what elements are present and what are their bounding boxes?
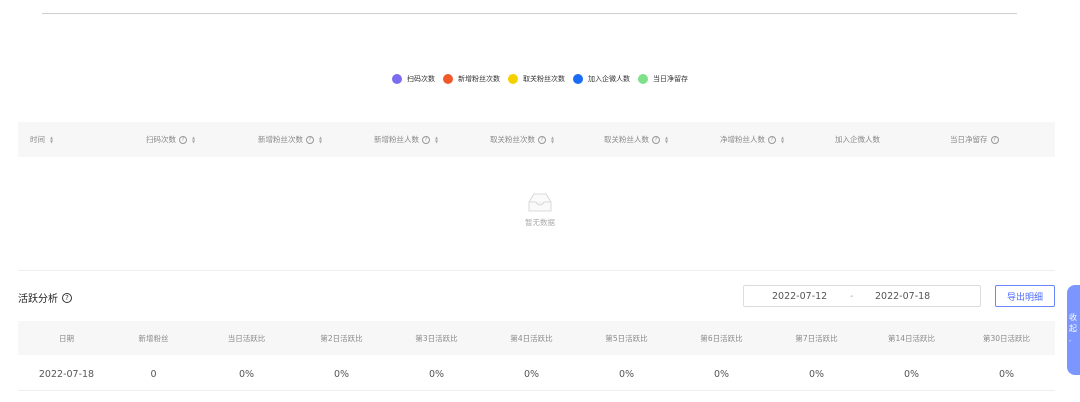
sort-icon[interactable]: ▲ ▼ (665, 135, 668, 144)
sort-icon[interactable]: ▲ ▼ (192, 135, 195, 144)
table-cell: 0% (998, 368, 1015, 380)
activity-column-header: 第6日活跃比 (700, 333, 743, 343)
stats-column-header[interactable]: 扫码次数? ▲ ▼ (146, 134, 195, 145)
collapse-arrow-icon: » (1069, 338, 1072, 343)
sort-icon[interactable]: ▲ ▼ (551, 135, 554, 144)
table-cell: 0% (428, 368, 445, 380)
legend-dot-icon (638, 74, 648, 84)
column-label: 取关粉丝次数 (490, 135, 535, 144)
table-cell: 0 (150, 368, 157, 380)
date-start[interactable]: 2022-07-12 (772, 291, 827, 302)
activity-column-header: 第30日活跃比 (982, 333, 1031, 343)
legend-label: 扫码次数 (407, 75, 435, 83)
table-cell: 2022-07-18 (38, 368, 95, 380)
help-icon[interactable]: ? (538, 135, 546, 144)
table-cell: 0% (523, 368, 540, 380)
top-divider (42, 13, 1017, 14)
legend-dot-icon (508, 74, 518, 84)
legend-label: 取关粉丝次数 (523, 75, 565, 83)
stats-column-header[interactable]: 新增粉丝次数? ▲ ▼ (258, 134, 322, 145)
activity-column-header: 日期 (59, 333, 74, 343)
table-row: 2022-07-18 0 0% 0% 0% 0% 0% 0% 0% 0% 0% (18, 358, 1055, 391)
activity-column-header: 第3日活跃比 (415, 333, 458, 343)
chart-legend: 扫码次数 新增粉丝次数 取关粉丝次数 加入企微人数 当日净留存 (0, 74, 1080, 84)
legend-label: 当日净留存 (653, 75, 688, 83)
table-cell: 0% (713, 368, 730, 380)
legend-dot-icon (392, 74, 402, 84)
collapse-tab[interactable]: 收 起 » (1067, 285, 1080, 375)
column-label: 当日净留存 (950, 135, 988, 144)
column-label: 新增粉丝次数 (258, 135, 303, 144)
legend-item[interactable]: 当日净留存 (638, 74, 688, 84)
export-details-button[interactable]: 导出明细 (995, 285, 1055, 307)
date-separator: - (850, 290, 854, 302)
column-label: 加入企微人数 (835, 135, 880, 144)
legend-dot-icon (573, 74, 583, 84)
empty-inbox-icon (528, 193, 552, 212)
empty-state: 暂无数据 (0, 190, 1080, 228)
sort-icon[interactable]: ▲ ▼ (319, 135, 322, 144)
help-icon[interactable]: ? (306, 135, 314, 144)
activity-title-text: 活跃分析 (18, 294, 58, 305)
sort-icon[interactable]: ▲ ▼ (781, 135, 784, 144)
stats-column-header[interactable]: 取关粉丝人数? ▲ ▼ (604, 134, 668, 145)
stats-column-header[interactable]: 取关粉丝次数? ▲ ▼ (490, 134, 554, 145)
column-label: 扫码次数 (146, 135, 176, 144)
help-icon[interactable]: ? (422, 135, 430, 144)
legend-label: 加入企微人数 (588, 75, 630, 83)
column-label: 净增粉丝人数 (720, 135, 765, 144)
date-end[interactable]: 2022-07-18 (875, 291, 930, 302)
table-cell: 0% (808, 368, 825, 380)
legend-item[interactable]: 扫码次数 (392, 74, 435, 84)
help-icon[interactable]: ? (768, 135, 776, 144)
legend-dot-icon (443, 74, 453, 84)
activity-column-header: 当日活跃比 (227, 333, 266, 343)
section-divider (18, 270, 1055, 271)
stats-table-header: 时间 ▲ ▼ 扫码次数? ▲ ▼ 新增粉丝次数? ▲ ▼ 新增粉丝人数? ▲ ▼ 取关粉丝次数? ▲ ▼ 取关… (18, 122, 1055, 157)
help-icon[interactable]: ? (62, 292, 72, 303)
table-cell: 0% (618, 368, 635, 380)
activity-column-header: 第5日活跃比 (605, 333, 648, 343)
help-icon[interactable]: ? (990, 135, 999, 144)
column-label: 新增粉丝人数 (374, 135, 419, 144)
help-icon[interactable]: ? (179, 135, 187, 144)
sort-icon[interactable]: ▲ ▼ (50, 135, 53, 144)
legend-item[interactable]: 取关粉丝次数 (508, 74, 565, 84)
table-cell: 0% (903, 368, 920, 380)
stats-column-header[interactable]: 新增粉丝人数? ▲ ▼ (374, 134, 438, 145)
legend-item[interactable]: 加入企微人数 (573, 74, 630, 84)
stats-column-header[interactable]: 净增粉丝人数? ▲ ▼ (720, 134, 784, 145)
stats-column-header: 当日净留存? (950, 134, 999, 145)
activity-title: 活跃分析 ? (18, 290, 72, 305)
empty-text: 暂无数据 (525, 218, 555, 227)
activity-column-header: 第4日活跃比 (510, 333, 553, 343)
column-label: 时间 (30, 135, 45, 144)
column-label: 取关粉丝人数 (604, 135, 649, 144)
legend-item[interactable]: 新增粉丝次数 (443, 74, 500, 84)
stats-column-header[interactable]: 时间 ▲ ▼ (30, 134, 53, 145)
stats-column-header: 加入企微人数 (835, 134, 880, 145)
activity-column-header: 第14日活跃比 (887, 333, 936, 343)
legend-label: 新增粉丝次数 (458, 75, 500, 83)
collapse-label-2: 起 (1069, 324, 1077, 333)
collapse-label-1: 收 (1069, 313, 1077, 322)
activity-table-header: 日期 新增粉丝 当日活跃比 第2日活跃比 第3日活跃比 第4日活跃比 第5日活跃比 第6日活跃… (18, 321, 1055, 355)
activity-column-header: 新增粉丝 (138, 333, 169, 343)
help-icon[interactable]: ? (652, 135, 660, 144)
date-range-picker[interactable]: 2022-07-12 - 2022-07-18 (743, 285, 981, 307)
activity-column-header: 第2日活跃比 (320, 333, 363, 343)
activity-column-header: 第7日活跃比 (795, 333, 838, 343)
table-cell: 0% (238, 368, 255, 380)
sort-icon[interactable]: ▲ ▼ (435, 135, 438, 144)
table-cell: 0% (333, 368, 350, 380)
